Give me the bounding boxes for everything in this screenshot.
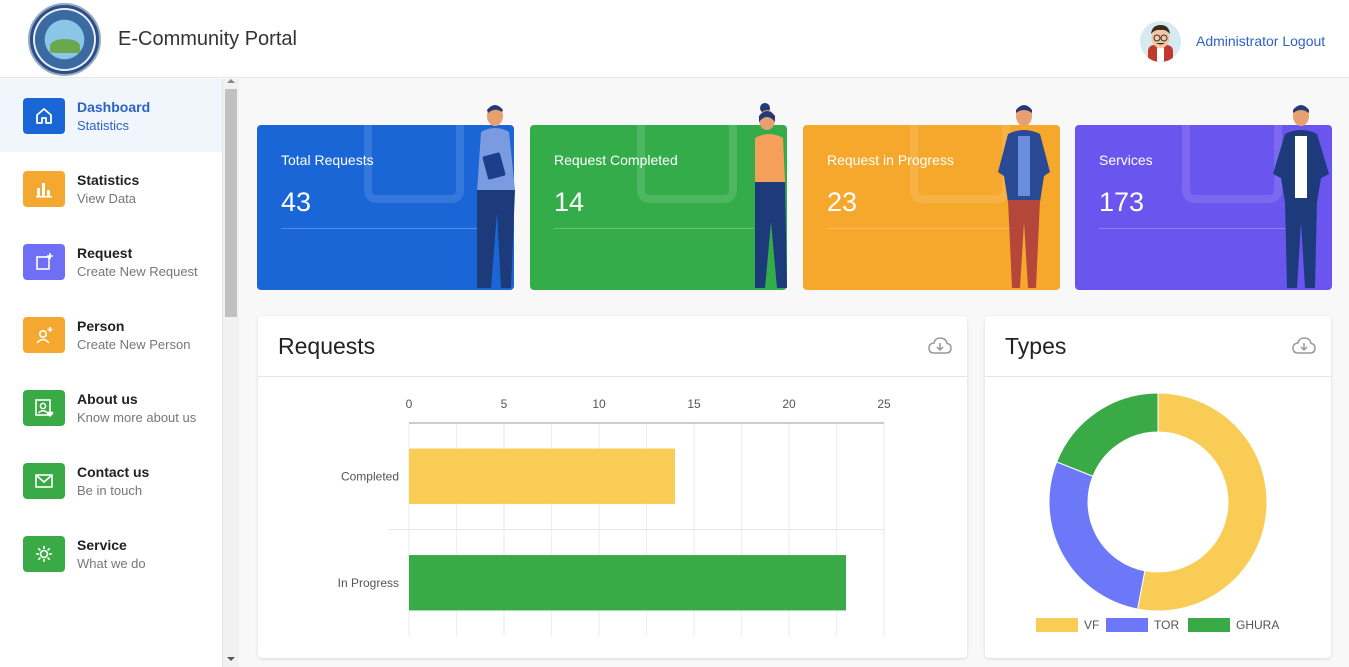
sidebar-item-label: Dashboard: [77, 99, 151, 115]
x-tick-label: 25: [877, 397, 891, 411]
stat-card-title: Request in Progress: [827, 152, 954, 168]
man-in-jacket-illustration: [1273, 105, 1329, 288]
home-icon: [23, 98, 65, 134]
woman-illustration: [755, 103, 787, 288]
bar-completed[interactable]: [409, 448, 675, 504]
sidebar-item-dashboard[interactable]: Dashboard Statistics: [0, 79, 222, 152]
sidebar-item-sublabel: What we do: [77, 556, 146, 571]
sidebar-item-label: Contact us: [77, 464, 150, 480]
requests-panel: Requests 0 5 10 15 20 25 Completed In Progress: [258, 316, 967, 658]
sidebar-item-sublabel: Create New Person: [77, 337, 191, 352]
panel-divider: [258, 376, 967, 377]
sidebar-item-label: About us: [77, 391, 138, 407]
sidebar-item-about-us[interactable]: About us Know more about us: [0, 371, 222, 444]
legend-label: VF: [1084, 618, 1099, 632]
sidebar-item-sublabel: Be in touch: [77, 483, 143, 498]
sidebar-item-sublabel: Statistics: [77, 118, 130, 133]
requests-bar-chart: 0 5 10 15 20 25 Completed In Progress: [338, 397, 891, 636]
legend-swatch: [1036, 618, 1078, 632]
stat-card-divider: [554, 228, 754, 229]
x-tick-label: 15: [687, 397, 701, 411]
bar-chart-icon: [23, 171, 65, 207]
top-header: E-Community Portal Administrator Logout: [0, 0, 1349, 78]
scroll-down-arrow-icon[interactable]: [227, 657, 235, 661]
logout-link[interactable]: Administrator Logout: [1196, 33, 1325, 49]
sidebar-item-sublabel: Know more about us: [77, 410, 197, 425]
sidebar-item-label: Request: [77, 245, 133, 261]
stat-card-value: 173: [1099, 187, 1145, 217]
legend-swatch: [1188, 618, 1230, 632]
y-category-label: In Progress: [338, 576, 399, 590]
stat-card-value: 14: [554, 187, 585, 217]
user-avatar[interactable]: [1140, 21, 1181, 62]
sidebar-item-label: Statistics: [77, 172, 140, 188]
stat-card-request-completed[interactable]: Request Completed 14: [530, 103, 787, 290]
profile-heart-icon: [23, 390, 65, 426]
scroll-up-arrow-icon[interactable]: [227, 79, 235, 83]
types-panel: Types VF TOR GHURA: [985, 316, 1331, 658]
sidebar-item-statistics[interactable]: Statistics View Data: [0, 152, 222, 225]
municipality-logo: [28, 3, 101, 76]
x-tick-label: 20: [782, 397, 796, 411]
legend-swatch: [1106, 618, 1148, 632]
man-hands-on-hips-illustration: [998, 105, 1050, 288]
panel-title: Requests: [278, 333, 376, 359]
sidebar-scrollbar[interactable]: [222, 79, 239, 667]
stat-card-total-requests[interactable]: Total Requests 43: [257, 105, 515, 290]
sidebar-item-sublabel: Create New Request: [77, 264, 198, 279]
sidebar-item-label: Service: [77, 537, 127, 553]
y-category-label: Completed: [341, 469, 399, 483]
x-tick-label: 5: [501, 397, 508, 411]
x-tick-label: 0: [406, 397, 413, 411]
sidebar-item-sublabel: View Data: [77, 191, 137, 206]
sidebar-item-service[interactable]: Service What we do: [0, 517, 222, 590]
stat-card-title: Services: [1099, 152, 1153, 168]
stat-card-title: Request Completed: [554, 152, 678, 168]
scrollbar-thumb[interactable]: [225, 89, 237, 317]
bar-in-progress[interactable]: [409, 555, 846, 611]
panel-divider: [985, 376, 1331, 377]
add-request-icon: [23, 244, 65, 280]
sidebar-item-label: Person: [77, 318, 125, 334]
stat-card-title: Total Requests: [281, 152, 374, 168]
stat-card-value: 43: [281, 187, 312, 217]
stat-card-services[interactable]: Services 173: [1075, 105, 1332, 290]
sidebar-item-request[interactable]: Request Create New Request: [0, 225, 222, 298]
legend-label: TOR: [1154, 618, 1179, 632]
stat-card-value: 23: [827, 187, 858, 217]
panel-title: Types: [1005, 333, 1067, 359]
donut-slice-ghura[interactable]: [1056, 392, 1159, 477]
gear-icon: [23, 536, 65, 572]
mail-icon: [23, 463, 65, 499]
sidebar-item-person[interactable]: Person Create New Person: [0, 298, 222, 371]
donut-slice-tor[interactable]: [1048, 461, 1146, 610]
add-person-icon: [23, 317, 65, 353]
upload-icon: [364, 125, 464, 203]
stat-card-divider: [281, 228, 481, 229]
types-donut-chart: VF TOR GHURA: [1036, 392, 1279, 632]
cloud-download-icon[interactable]: [1292, 337, 1316, 355]
man-with-folder-illustration: [477, 105, 515, 288]
cloud-download-icon[interactable]: [928, 337, 952, 355]
x-tick-label: 10: [592, 397, 606, 411]
app-title: E-Community Portal: [118, 28, 297, 50]
legend-label: GHURA: [1236, 618, 1279, 632]
sidebar-nav: Dashboard Statistics Statistics View Dat…: [0, 79, 222, 667]
stat-card-request-in-progress[interactable]: Request in Progress 23: [803, 105, 1060, 290]
sidebar-item-contact-us[interactable]: Contact us Be in touch: [0, 444, 222, 517]
